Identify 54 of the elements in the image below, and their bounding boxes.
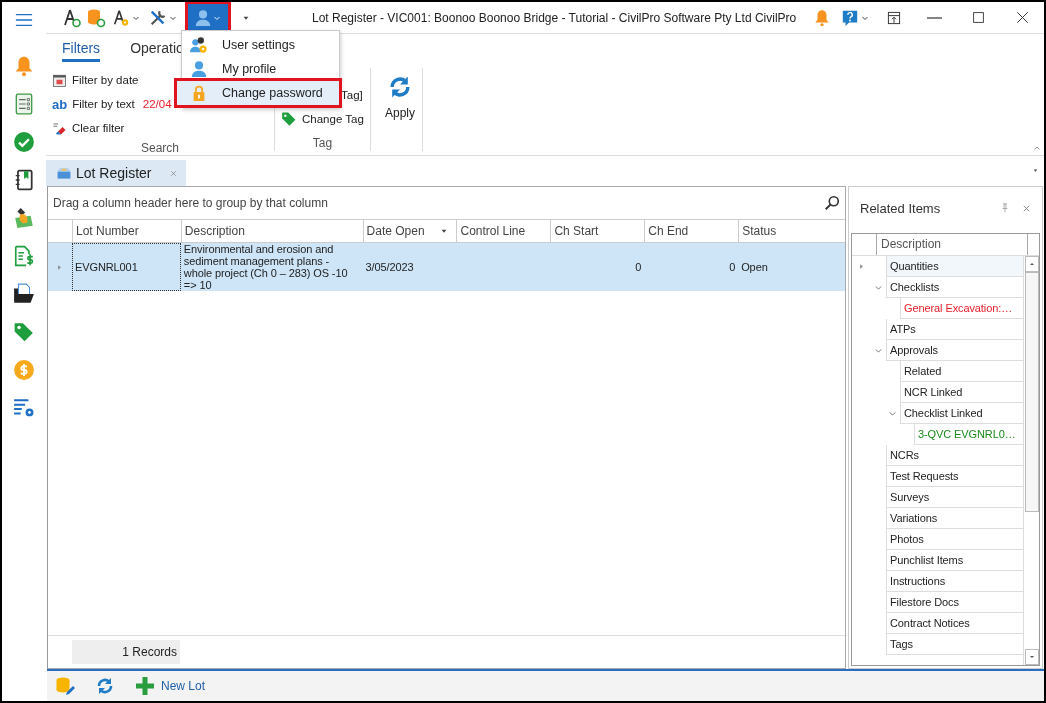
tree-item[interactable]: ATPs (886, 319, 1023, 340)
menu-item[interactable]: User settings (182, 33, 339, 57)
ribbon-button[interactable]: Change Tag (281, 107, 364, 131)
tree-item[interactable]: Variations (886, 508, 1023, 529)
filter-value: 22/04 (142, 98, 172, 110)
ribbon-tab[interactable]: Filters (62, 40, 101, 62)
tree-item[interactable]: Contract Notices (886, 613, 1023, 634)
menu-item[interactable]: My profile (182, 57, 339, 81)
table-cell-text: Environmental and erosion and sediment management plans - whole project (Ch 0 – 283) OS -10 => 10 (182, 243, 349, 291)
column-header[interactable]: Ch End (644, 220, 739, 242)
record-count: 1 Records (72, 640, 180, 664)
tree-item[interactable]: NCR Linked (900, 382, 1023, 403)
column-header[interactable]: Description (180, 220, 363, 242)
column-header[interactable]: Control Line (456, 220, 551, 242)
table-cell: EVGNRL001 (71, 243, 181, 291)
tree-item[interactable]: Quantities (886, 256, 1023, 277)
ribbon-button[interactable]: ab Filter by text (52, 92, 135, 116)
column-header[interactable]: Status (738, 220, 845, 242)
tree-item[interactable]: Test Requests (886, 466, 1023, 487)
new-lot-button[interactable]: New Lot (135, 676, 206, 696)
window-title: Lot Register - VIC001: Boonoo Boonoo Bridge - Tutorial - CivilPro Software Pty Ltd CivilPro (312, 10, 797, 25)
tree-item[interactable]: Checklist Linked (900, 403, 1023, 424)
ribbon-button[interactable]: Tag] (341, 83, 363, 107)
tree-item[interactable]: Checklists (886, 277, 1023, 298)
menu-item[interactable]: Change password (177, 81, 339, 105)
tree-item[interactable]: NCRs (886, 445, 1023, 466)
ribbon-button[interactable]: Filter by date (52, 68, 139, 92)
table-row[interactable]: EVGNRL001 Environmental and erosion and sediment management plans - whole project (Ch 0 – 283) OS -10 => 10 3/05/2023 0 0 Open (48, 243, 845, 291)
group-label: Tag (311, 135, 334, 151)
apply-button[interactable]: Apply (377, 68, 424, 120)
panel-title: Related Items (860, 200, 942, 216)
group-panel-hint: Drag a column header here to group by that column (53, 196, 329, 210)
tree-item[interactable]: Instructions (886, 571, 1023, 592)
tree-item[interactable]: Filestore Docs (886, 592, 1023, 613)
tree-item[interactable]: Punchlist Items (886, 550, 1023, 571)
table-cell-text: 0 (634, 260, 643, 275)
tree-item[interactable]: 3-QVC EVGNRL0… (914, 424, 1023, 445)
tree-item[interactable]: Photos (886, 529, 1023, 550)
table-cell-text: Open (740, 260, 769, 275)
table-cell-text: 3/05/2023 (364, 260, 415, 275)
column-header[interactable]: Ch Start (550, 220, 645, 242)
tree-item[interactable]: General Excavation:… (900, 298, 1023, 319)
group-label: Search (140, 140, 180, 156)
column-header[interactable]: Lot Number (71, 220, 181, 242)
tree-item[interactable]: Approvals (886, 340, 1023, 361)
ribbon-button[interactable]: Clear filter (52, 116, 125, 140)
column-header[interactable]: Description (876, 234, 1028, 255)
tree-item[interactable]: Tags (886, 634, 1023, 655)
tree-item[interactable]: Related (900, 361, 1023, 382)
table-cell-text: 0 (728, 260, 737, 275)
document-tab[interactable]: Lot Register (46, 160, 187, 186)
text-filter-icon: ab (52, 96, 68, 112)
column-header[interactable]: Date Open (362, 220, 457, 242)
tree-item[interactable]: Surveys (886, 487, 1023, 508)
